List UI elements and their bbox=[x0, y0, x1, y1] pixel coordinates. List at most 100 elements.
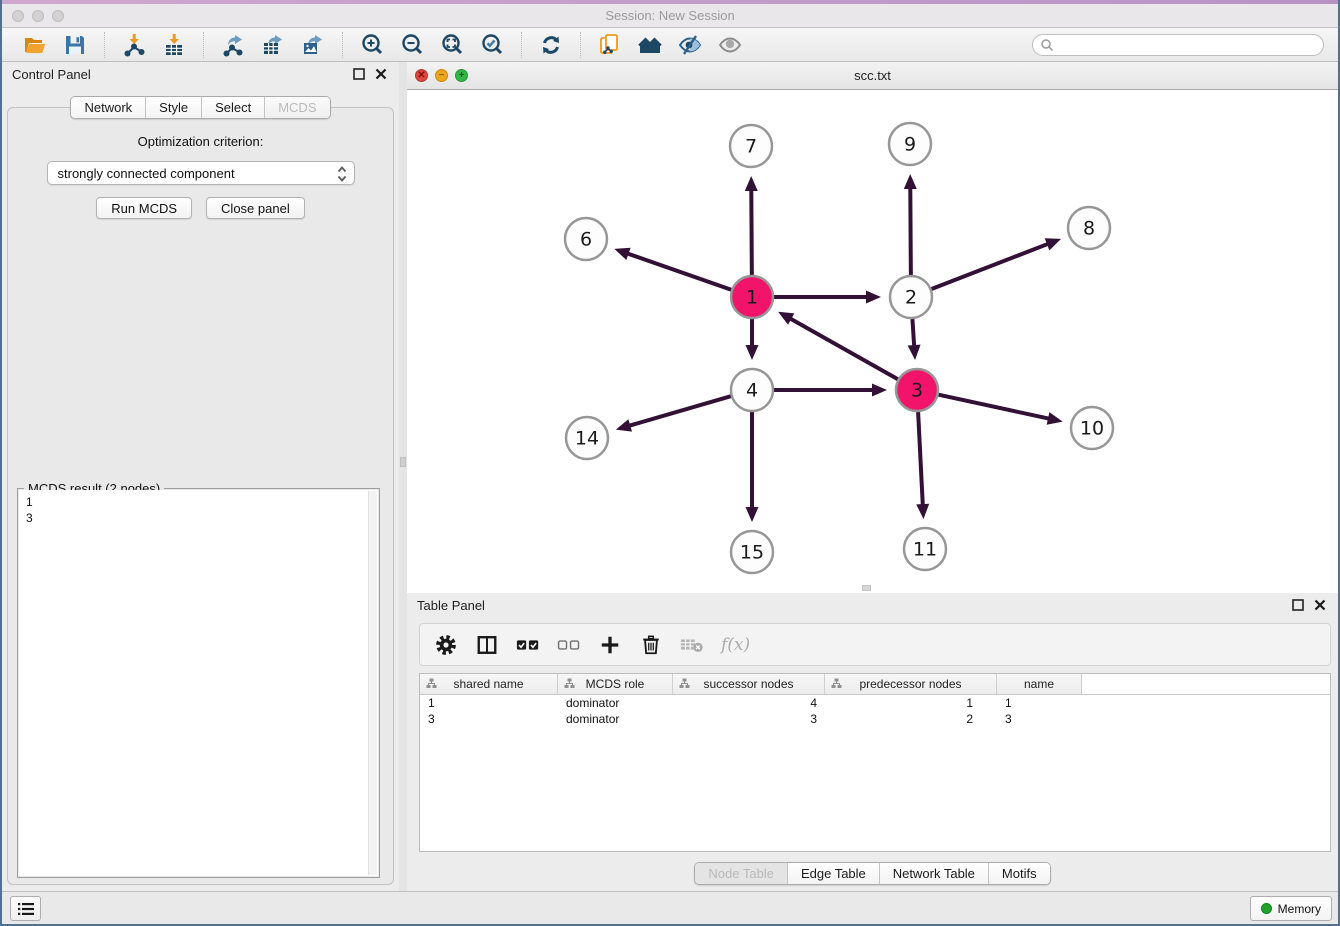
run-mcds-button[interactable]: Run MCDS bbox=[96, 197, 192, 219]
function-builder-icon[interactable]: f(x) bbox=[721, 635, 750, 655]
toolbar-separator bbox=[342, 32, 343, 58]
show-all-icon[interactable] bbox=[717, 32, 743, 58]
graph-edge-2-9[interactable] bbox=[910, 186, 911, 275]
cell-mcds-role[interactable]: dominator bbox=[558, 696, 673, 710]
graph-edge-3-11[interactable] bbox=[918, 412, 923, 507]
select-all-icon[interactable] bbox=[516, 633, 540, 657]
table-header-row: shared name MCDS role successor nodes pr… bbox=[420, 674, 1330, 695]
tab-motifs[interactable]: Motifs bbox=[988, 863, 1050, 884]
close-panel-icon[interactable] bbox=[373, 66, 389, 82]
column-header-predecessor-nodes[interactable]: predecessor nodes bbox=[825, 674, 997, 694]
graph-node-label: 1 bbox=[746, 287, 758, 309]
graph-edge-arrowhead bbox=[908, 345, 921, 360]
cell-shared-name[interactable]: 1 bbox=[420, 696, 558, 710]
zoom-out-icon[interactable] bbox=[399, 32, 425, 58]
refresh-layout-icon[interactable] bbox=[538, 32, 564, 58]
close-panel-button[interactable]: Close panel bbox=[206, 197, 305, 219]
column-header-mcds-role[interactable]: MCDS role bbox=[558, 674, 673, 694]
graph-node-label: 14 bbox=[575, 428, 599, 450]
dropdown-stepper-icon bbox=[337, 165, 347, 186]
tab-edge-table[interactable]: Edge Table bbox=[787, 863, 879, 884]
table-row[interactable]: 1 dominator 4 1 1 bbox=[420, 695, 1330, 711]
graph-edge-arrowhead bbox=[746, 507, 759, 522]
export-table-icon[interactable] bbox=[260, 32, 286, 58]
open-folder-icon[interactable] bbox=[22, 32, 48, 58]
tab-select[interactable]: Select bbox=[201, 97, 264, 118]
graph-node-label: 10 bbox=[1080, 418, 1104, 440]
column-label: MCDS role bbox=[586, 677, 645, 691]
graph-edge-1-7[interactable] bbox=[751, 188, 752, 275]
graph-edge-2-8[interactable] bbox=[932, 243, 1050, 289]
deselect-all-icon[interactable] bbox=[557, 633, 581, 657]
control-panel-title: Control Panel bbox=[12, 67, 91, 82]
network-canvas[interactable]: 7968124314101511 bbox=[407, 90, 1338, 592]
gear-icon[interactable] bbox=[434, 633, 458, 657]
optimization-criterion-label: Optimization criterion: bbox=[8, 134, 393, 149]
tab-node-table[interactable]: Node Table bbox=[695, 863, 787, 884]
graph-edge-arrowhead bbox=[866, 291, 881, 304]
toolbar-separator bbox=[203, 32, 204, 58]
splitter-grip[interactable] bbox=[400, 457, 406, 467]
graph-edge-3-1[interactable] bbox=[789, 318, 898, 380]
cell-name[interactable]: 1 bbox=[997, 696, 1082, 710]
memory-button[interactable]: Memory bbox=[1250, 896, 1332, 921]
column-label: shared name bbox=[453, 677, 523, 691]
tab-style[interactable]: Style bbox=[145, 97, 201, 118]
column-header-shared-name[interactable]: shared name bbox=[420, 674, 558, 694]
cell-successor-nodes[interactable]: 4 bbox=[673, 696, 825, 710]
cell-successor-nodes[interactable]: 3 bbox=[673, 712, 825, 726]
graph-edge-4-14[interactable] bbox=[627, 396, 731, 426]
float-panel-icon[interactable] bbox=[351, 66, 367, 82]
cell-name[interactable]: 3 bbox=[997, 712, 1082, 726]
app-title: Session: New Session bbox=[2, 8, 1338, 23]
graph-node-label: 11 bbox=[913, 539, 937, 561]
zoom-in-icon[interactable] bbox=[359, 32, 385, 58]
node-table[interactable]: shared name MCDS role successor nodes pr… bbox=[419, 673, 1331, 852]
import-table-icon[interactable] bbox=[161, 32, 187, 58]
graph-edge-2-3[interactable] bbox=[912, 319, 914, 348]
export-image-icon[interactable] bbox=[300, 32, 326, 58]
save-icon[interactable] bbox=[62, 32, 88, 58]
criterion-dropdown[interactable]: strongly connected component bbox=[47, 161, 355, 185]
table-tabs: Node Table Edge Table Network Table Moti… bbox=[694, 862, 1050, 885]
search-field bbox=[1032, 34, 1324, 56]
network-window-titlebar[interactable]: ✕ − + scc.txt bbox=[407, 62, 1338, 90]
column-panel-icon[interactable] bbox=[475, 633, 499, 657]
vertical-splitter[interactable] bbox=[399, 62, 407, 893]
search-input[interactable] bbox=[1032, 34, 1324, 56]
canvas-bottom-grip[interactable] bbox=[862, 585, 871, 591]
zoom-selected-icon[interactable] bbox=[479, 32, 505, 58]
cell-predecessor-nodes[interactable]: 1 bbox=[825, 696, 997, 710]
table-row[interactable]: 3 dominator 3 2 3 bbox=[420, 711, 1330, 727]
export-network-icon[interactable] bbox=[220, 32, 246, 58]
criterion-dropdown-value: strongly connected component bbox=[58, 166, 235, 181]
close-table-panel-icon[interactable] bbox=[1312, 597, 1328, 613]
task-history-button[interactable] bbox=[10, 896, 41, 921]
tab-network[interactable]: Network bbox=[71, 97, 145, 118]
cell-shared-name[interactable]: 3 bbox=[420, 712, 558, 726]
column-header-successor-nodes[interactable]: successor nodes bbox=[673, 674, 825, 694]
cell-mcds-role[interactable]: dominator bbox=[558, 712, 673, 726]
float-table-panel-icon[interactable] bbox=[1290, 597, 1306, 613]
result-scrollbar[interactable] bbox=[368, 491, 377, 875]
control-panel-tabs: Network Style Select MCDS bbox=[70, 96, 330, 119]
graph-edge-3-10[interactable] bbox=[938, 395, 1050, 419]
table-panel: Table Panel bbox=[407, 593, 1338, 893]
column-header-name[interactable]: name bbox=[997, 674, 1082, 694]
graph-edge-arrowhead bbox=[746, 345, 759, 360]
delete-table-icon[interactable] bbox=[680, 633, 704, 657]
graph-edge-1-6[interactable] bbox=[626, 253, 732, 290]
main-toolbar bbox=[2, 28, 1338, 62]
import-network-icon[interactable] bbox=[121, 32, 147, 58]
add-icon[interactable] bbox=[598, 633, 622, 657]
zoom-fit-icon[interactable] bbox=[439, 32, 465, 58]
tab-mcds[interactable]: MCDS bbox=[264, 97, 329, 118]
tab-network-table[interactable]: Network Table bbox=[879, 863, 988, 884]
new-network-from-selection-icon[interactable] bbox=[597, 32, 623, 58]
mcds-result-list[interactable]: 1 3 bbox=[19, 490, 378, 876]
hide-selected-icon[interactable] bbox=[677, 32, 703, 58]
cell-predecessor-nodes[interactable]: 2 bbox=[825, 712, 997, 726]
first-neighbors-icon[interactable] bbox=[637, 32, 663, 58]
delete-icon[interactable] bbox=[639, 633, 663, 657]
memory-status-icon bbox=[1261, 903, 1272, 914]
